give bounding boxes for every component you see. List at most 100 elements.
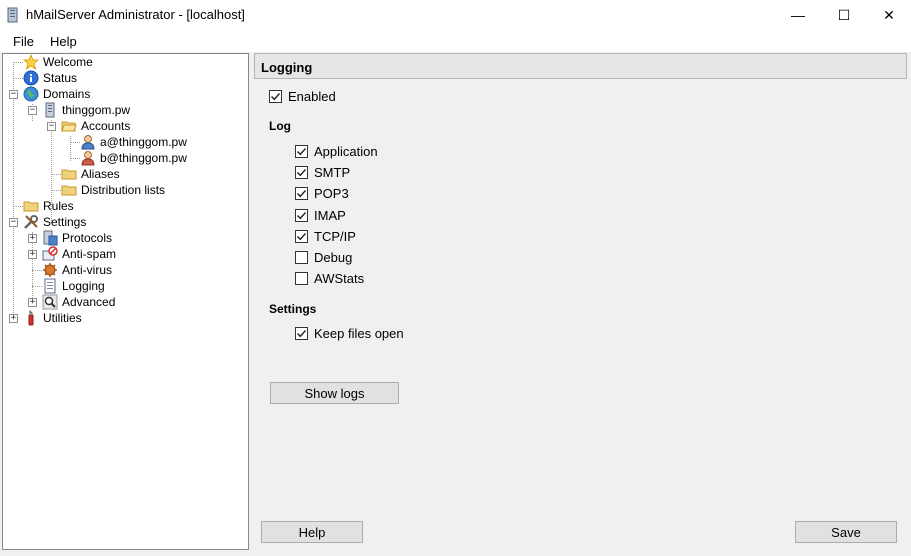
tree-item-anti-spam[interactable]: Anti-spam — [42, 246, 117, 262]
log-application-checkbox[interactable]: Application — [295, 143, 378, 159]
checkbox-box — [295, 144, 308, 158]
anti-virus-icon — [42, 262, 58, 278]
tree-connector — [70, 142, 80, 143]
folder-icon — [61, 182, 77, 198]
log-tcpip-checkbox[interactable]: TCP/IP — [295, 228, 356, 244]
checkbox-label: Keep files open — [314, 325, 404, 341]
log-section-title: Log — [269, 119, 291, 133]
tools-icon — [23, 214, 39, 230]
keep-files-open-checkbox[interactable]: Keep files open — [295, 325, 404, 341]
settings-section-title: Settings — [269, 302, 317, 316]
checkbox-box — [269, 89, 282, 103]
checkbox-box — [295, 165, 308, 179]
checkmark-icon — [297, 168, 307, 176]
expander-domains[interactable]: − — [9, 90, 18, 99]
log-pop3-checkbox[interactable]: POP3 — [295, 185, 349, 201]
log-debug-checkbox[interactable]: Debug — [295, 249, 352, 265]
tree-item-account-a[interactable]: a@thinggom.pw — [80, 134, 188, 150]
panel-title: Logging — [261, 60, 313, 75]
server-app-icon — [6, 7, 20, 23]
checkbox-label: Application — [314, 143, 378, 159]
expander-anti-spam[interactable]: + — [28, 250, 37, 259]
checkmark-icon — [297, 211, 307, 219]
help-button[interactable]: Help — [261, 521, 363, 543]
tree-item-status[interactable]: Status — [23, 70, 78, 86]
protocols-icon — [42, 230, 58, 246]
checkbox-label: TCP/IP — [314, 228, 356, 244]
title-bar: hMailServer Administrator - [localhost] … — [0, 0, 911, 30]
expander-protocols[interactable]: + — [28, 234, 37, 243]
window-title: hMailServer Administrator - [localhost] — [26, 7, 245, 22]
folder-icon — [61, 166, 77, 182]
log-smtp-checkbox[interactable]: SMTP — [295, 164, 350, 180]
tree-item-settings[interactable]: Settings — [23, 214, 87, 230]
tree-item-advanced[interactable]: Advanced — [42, 294, 116, 310]
user-icon — [80, 134, 96, 150]
checkmark-icon — [297, 329, 307, 337]
checkbox-label: IMAP — [314, 207, 346, 223]
utilities-knife-icon — [23, 310, 39, 326]
log-awstats-checkbox[interactable]: AWStats — [295, 270, 364, 286]
magnifier-icon — [42, 294, 58, 310]
minimize-icon: — — [791, 7, 805, 23]
tree-item-account-b[interactable]: b@thinggom.pw — [80, 150, 188, 166]
server-icon — [42, 102, 58, 118]
user-icon — [80, 150, 96, 166]
folder-icon — [23, 198, 39, 214]
tree-item-welcome[interactable]: Welcome — [23, 54, 94, 70]
checkbox-box — [295, 271, 308, 285]
document-icon — [42, 278, 58, 294]
tree-connector — [13, 78, 23, 79]
checkbox-box — [295, 208, 308, 222]
tree-connector — [13, 62, 14, 319]
minimize-button[interactable]: — — [775, 0, 821, 30]
expander-settings[interactable]: − — [9, 218, 18, 227]
enabled-checkbox[interactable]: Enabled — [269, 88, 336, 104]
checkbox-label: POP3 — [314, 185, 349, 201]
checkmark-icon — [297, 232, 307, 240]
tree-item-aliases[interactable]: Aliases — [61, 166, 121, 182]
tree-item-utilities[interactable]: Utilities — [23, 310, 83, 326]
tree-connector — [32, 286, 42, 287]
save-button[interactable]: Save — [795, 521, 897, 543]
tree-item-distribution-lists[interactable]: Distribution lists — [61, 182, 166, 198]
tree-item-logging[interactable]: Logging — [42, 278, 106, 294]
log-imap-checkbox[interactable]: IMAP — [295, 207, 346, 223]
open-folder-icon — [61, 118, 77, 134]
close-button[interactable]: ✕ — [866, 0, 911, 30]
tree-item-domain[interactable]: thinggom.pw — [42, 102, 131, 118]
tree-item-anti-virus[interactable]: Anti-virus — [42, 262, 113, 278]
star-icon — [23, 54, 39, 70]
tree-item-domains[interactable]: Domains — [23, 86, 91, 102]
checkbox-label: AWStats — [314, 270, 365, 286]
maximize-button[interactable]: ☐ — [821, 0, 867, 30]
checkbox-label: Enabled — [288, 88, 336, 104]
panel-header: Logging — [254, 53, 907, 79]
maximize-icon: ☐ — [837, 6, 851, 23]
expander-utilities[interactable]: + — [9, 314, 18, 323]
checkbox-box — [295, 326, 308, 340]
tree-item-accounts[interactable]: Accounts — [61, 118, 131, 134]
tree-connector — [70, 158, 80, 159]
logging-panel: Logging Enabled Log Application SMTP POP… — [254, 53, 907, 550]
expander-accounts[interactable]: − — [47, 122, 56, 131]
tree-connector — [32, 270, 42, 271]
tree-connector — [51, 174, 61, 175]
tree-item-rules[interactable]: Rules — [23, 198, 75, 214]
show-logs-button[interactable]: Show logs — [270, 382, 399, 404]
expander-advanced[interactable]: + — [28, 298, 37, 307]
globe-icon — [23, 86, 39, 102]
checkbox-box — [295, 186, 308, 200]
tree-item-protocols[interactable]: Protocols — [42, 230, 113, 246]
menu-file[interactable]: File — [13, 34, 34, 49]
checkbox-label: Debug — [314, 249, 353, 265]
checkmark-icon — [297, 189, 307, 197]
menu-help[interactable]: Help — [50, 34, 77, 49]
navigation-tree[interactable]: Welcome Status − Domains − thinggom.pw −… — [2, 53, 249, 550]
anti-spam-icon — [42, 246, 58, 262]
checkbox-box — [295, 229, 308, 243]
expander-domain[interactable]: − — [28, 106, 37, 115]
menu-bar: File Help — [0, 30, 911, 52]
checkmark-icon — [271, 92, 281, 100]
tree-connector — [13, 62, 23, 63]
